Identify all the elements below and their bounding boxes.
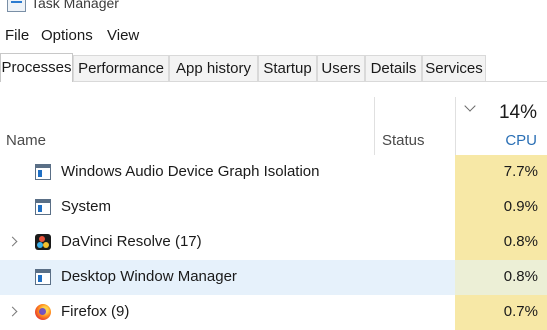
cpu-cell: 0.8% — [455, 260, 547, 295]
cpu-value: 0.8% — [503, 268, 538, 285]
tab-services[interactable]: Services — [422, 55, 486, 81]
title-bar: Task Manager — [0, 0, 547, 22]
process-name: DaVinci Resolve (17) — [61, 233, 202, 250]
process-row[interactable]: Windows Audio Device Graph Isolation 7.7… — [0, 155, 547, 190]
column-divider[interactable] — [374, 97, 375, 155]
process-name: Windows Audio Device Graph Isolation — [61, 163, 320, 180]
tab-users[interactable]: Users — [317, 55, 365, 81]
window-app-icon — [35, 199, 51, 215]
process-list: Windows Audio Device Graph Isolation 7.7… — [0, 155, 547, 330]
process-name: Firefox (9) — [61, 303, 130, 320]
process-row-selected[interactable]: Desktop Window Manager 0.8% — [0, 260, 547, 295]
task-manager-icon — [7, 0, 26, 12]
tab-performance[interactable]: Performance — [73, 55, 169, 81]
menu-options[interactable]: Options — [41, 27, 93, 44]
expand-chevron-icon[interactable] — [7, 306, 18, 317]
cpu-value: 0.9% — [503, 198, 538, 215]
expand-chevron-icon[interactable] — [7, 236, 18, 247]
cpu-value: 0.8% — [503, 233, 538, 250]
cpu-value: 7.7% — [503, 163, 538, 180]
cpu-cell: 0.9% — [455, 190, 547, 225]
menu-file[interactable]: File — [5, 27, 29, 44]
window-app-icon — [35, 269, 51, 285]
column-name[interactable]: Name — [6, 132, 46, 149]
process-name: System — [61, 198, 112, 215]
tab-processes[interactable]: Processes — [0, 53, 73, 82]
firefox-icon — [35, 304, 51, 320]
cpu-cell: 7.7% — [455, 155, 547, 190]
cpu-cell: 0.8% — [455, 225, 547, 260]
column-divider[interactable] — [455, 97, 456, 155]
process-row[interactable]: System 0.9% — [0, 190, 547, 225]
column-header: Name Status 14% CPU — [0, 97, 547, 155]
process-name: Desktop Window Manager — [61, 268, 237, 285]
process-row[interactable]: DaVinci Resolve (17) 0.8% — [0, 225, 547, 260]
cpu-cell: 0.7% — [455, 295, 547, 330]
column-status[interactable]: Status — [382, 132, 425, 149]
menu-view[interactable]: View — [107, 27, 139, 44]
tab-app-history[interactable]: App history — [169, 55, 258, 81]
cpu-value: 0.7% — [503, 303, 538, 320]
sort-chevron-icon — [464, 100, 476, 112]
window-app-icon — [35, 164, 51, 180]
tab-details[interactable]: Details — [365, 55, 422, 81]
davinci-resolve-icon — [35, 234, 51, 250]
window-title: Task Manager — [31, 0, 119, 11]
process-row[interactable]: Firefox (9) 0.7% — [0, 295, 547, 330]
cpu-total-usage: 14% — [498, 102, 537, 123]
column-cpu[interactable]: CPU — [505, 132, 537, 149]
tab-startup[interactable]: Startup — [258, 55, 317, 81]
tab-strip: Processes Performance App history Startu… — [0, 53, 547, 82]
